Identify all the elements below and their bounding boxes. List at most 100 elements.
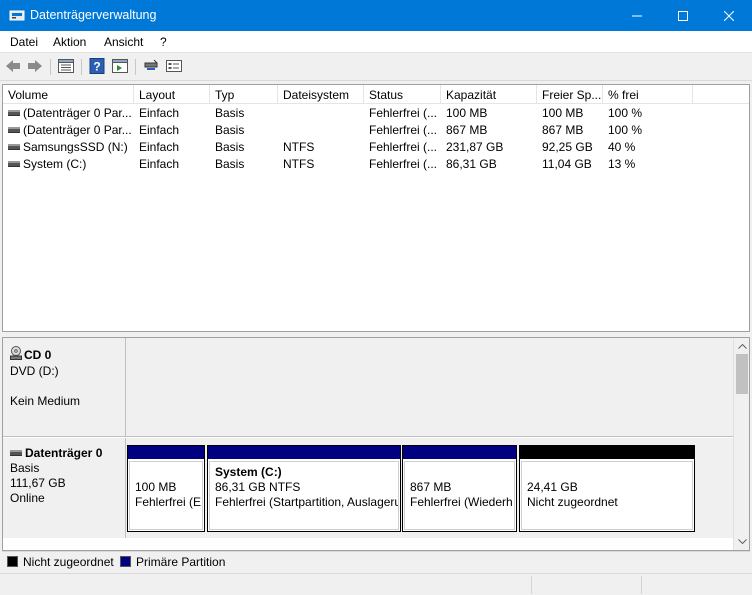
volume-name: SamsungsSSD (N:) [23,140,128,154]
back-arrow-icon [5,59,21,76]
volume-drive-icon [8,109,20,116]
help-button[interactable]: ? [87,57,107,76]
cell-volume[interactable]: (Datenträger 0 Par... [3,122,134,139]
legend-swatch-primary [120,556,131,567]
column-header-capacity[interactable]: Kapazität [441,85,537,104]
partition-efi[interactable]: 100 MB Fehlerfrei (E [127,445,205,532]
list-view-button[interactable] [56,58,76,76]
cell-free-space: 867 MB [542,123,584,137]
cell-layout: Einfach [139,140,180,154]
cell-status: Fehlerfrei (... [369,123,438,137]
title-bar: Datenträgerverwaltung [0,0,752,31]
cd0-media: Kein Medium [10,394,81,408]
menu-ansicht[interactable]: Ansicht [104,35,143,49]
close-button[interactable] [706,0,752,31]
cell-filesystem: NTFS [283,157,315,171]
column-header-filesystem[interactable]: Dateisystem [278,85,364,104]
menu-aktion[interactable]: Aktion [53,35,86,49]
cell-type: Basis [215,123,245,137]
cell-type: Basis [215,106,245,120]
disk0-state: Online [10,491,45,505]
column-header-status[interactable]: Status [364,85,441,104]
cell-capacity: 100 MB [446,106,488,120]
toolbar-separator [50,59,51,75]
cell-type: Basis [215,157,245,171]
cell-layout: Einfach [139,157,180,171]
cell-free-space: 11,04 GB [542,157,592,171]
column-header-type[interactable]: Typ [210,85,278,104]
column-header-percent-free[interactable]: % frei [603,85,693,104]
partition-name: System (C:) [215,465,282,479]
properties-button[interactable] [110,58,130,76]
legend-label-primary: Primäre Partition [136,555,226,569]
connect-button[interactable] [141,58,161,76]
partition-color-bar [520,446,694,459]
legend: Nicht zugeordnet Primäre Partition [2,551,750,570]
connect-icon [143,59,159,76]
cell-volume[interactable]: System (C:) [3,156,134,173]
forward-button[interactable] [25,58,45,76]
disk-map-scrollbar[interactable] [733,338,749,550]
scroll-down-arrow-icon[interactable] [734,533,749,549]
forward-arrow-icon [27,59,43,76]
cell-status: Fehlerfrei (... [369,106,438,120]
properties-icon [112,58,128,76]
volume-list: Volume Layout Typ Dateisystem Status Kap… [2,84,750,332]
volume-drive-icon [8,143,20,150]
status-segment [641,576,642,594]
cd-drive-icon [10,346,22,364]
volume-drive-icon [8,160,20,167]
cd0-label[interactable]: CD 0 DVD (D:) Kein Medium [3,338,126,437]
cd0-name: CD 0 [24,347,52,362]
list-view-icon [58,58,74,76]
cell-type: Basis [215,140,245,154]
legend-label-unallocated: Nicht zugeordnet [23,555,114,569]
partition-name [135,465,202,480]
column-header-volume[interactable]: Volume [3,85,134,104]
cell-filesystem [278,122,364,139]
partition-info: 100 MB Fehlerfrei (E [129,461,203,530]
scroll-up-arrow-icon[interactable] [734,338,749,354]
partition-info: 867 MB Fehlerfrei (Wiederh [404,461,515,530]
menu-bar: Datei Aktion Ansicht ? [0,31,752,53]
partition-status: Fehlerfrei (Startpartition, Auslageru [215,495,399,509]
column-header-layout[interactable]: Layout [134,85,210,104]
maximize-button[interactable] [660,0,706,31]
hard-drive-icon [10,449,22,456]
partition-unallocated[interactable]: 24,41 GB Nicht zugeordnet [519,445,695,532]
volume-name: System (C:) [23,157,87,171]
cell-free-space: 100 MB [542,106,584,120]
cell-percent-free: 40 % [608,140,636,154]
cd0-area[interactable] [126,338,733,437]
cd0-drive: DVD (D:) [10,364,59,378]
partition-status: Fehlerfrei (E [135,495,202,509]
cell-volume[interactable]: (Datenträger 0 Par... [3,105,134,122]
toolbar-separator [81,59,82,75]
menu-datei[interactable]: Datei [10,35,38,49]
back-button[interactable] [3,58,23,76]
partition-info: 24,41 GB Nicht zugeordnet [521,461,693,530]
partition-recovery[interactable]: 867 MB Fehlerfrei (Wiederh [402,445,517,532]
partition-size: 867 MB [410,480,452,494]
volume-drive-icon [8,126,20,133]
cell-percent-free: 100 % [608,123,643,137]
menu-help[interactable]: ? [160,35,167,49]
volume-name: (Datenträger 0 Par... [23,106,132,120]
svg-text:?: ? [93,59,100,73]
partition-color-bar [128,446,204,459]
column-header-free-space[interactable]: Freier Sp... [537,85,603,104]
partition-name [410,465,514,480]
scrollbar-thumb[interactable] [736,354,748,394]
disk0-size: 111,67 GB [10,476,66,490]
cell-volume[interactable]: SamsungsSSD (N:) [3,139,134,156]
status-segment [531,576,532,594]
window-title: Datenträgerverwaltung [30,8,157,22]
cell-percent-free: 100 % [608,106,643,120]
cell-percent-free: 13 % [608,157,636,171]
disk0-label[interactable]: Datenträger 0 Basis 111,67 GB Online [3,438,126,538]
minimize-button[interactable] [614,0,660,31]
partition-name [527,465,692,480]
cell-capacity: 86,31 GB [446,157,497,171]
settings-button[interactable] [164,58,184,76]
partition-system-c[interactable]: System (C:) 86,31 GB NTFS Fehlerfrei (Star… [207,445,401,532]
